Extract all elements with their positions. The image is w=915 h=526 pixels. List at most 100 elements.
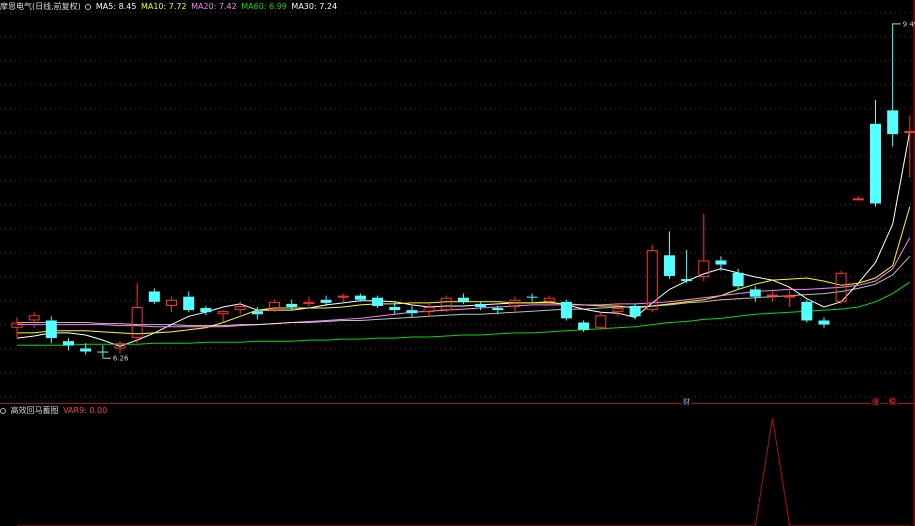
candle-body (63, 341, 75, 346)
candle-body (749, 289, 761, 297)
candlesticks (11, 23, 915, 358)
candle-down (560, 299, 572, 321)
signal-marker-label: 财 (683, 397, 690, 406)
price-grid (0, 0, 915, 526)
candle-body (183, 296, 195, 311)
var9-line (17, 417, 910, 526)
candle-body (372, 297, 384, 306)
candle-down (63, 338, 75, 351)
candle-body (80, 348, 92, 352)
candle-body (784, 295, 796, 298)
settings-circle-icon[interactable] (85, 4, 92, 10)
candle-up (595, 312, 607, 330)
moving-average-lines (16, 130, 911, 347)
candle-body (457, 297, 469, 302)
candle-down (681, 250, 693, 284)
candle-body (904, 131, 915, 134)
candle-down (372, 295, 384, 309)
candle-up (337, 293, 349, 302)
candle-up (114, 341, 126, 354)
signal-marker: 稳 (887, 396, 898, 406)
high-price-annotation: 9.49 (892, 20, 915, 28)
candle-body (560, 301, 572, 319)
candle-body (629, 305, 641, 317)
candle-body (406, 310, 418, 314)
candle-body (801, 301, 813, 321)
stock-chart-canvas: 9.49 6.26 财 涨 稳 (0, 0, 915, 526)
candle-up (904, 115, 915, 178)
indicator-panel (17, 417, 910, 526)
candle-body (595, 315, 607, 328)
ma30-label: MA30: 7.24 (291, 2, 338, 11)
candle-body (217, 311, 229, 315)
signal-markers: 财涨稳 (681, 396, 898, 406)
candle-down (286, 299, 298, 311)
candle-up (509, 296, 521, 313)
candle-body (97, 351, 109, 353)
candle-down (663, 231, 675, 280)
candle-up (234, 301, 246, 315)
candle-body (492, 308, 504, 311)
candle-down (818, 317, 830, 328)
candle-body (251, 311, 263, 315)
candle-up (28, 312, 40, 328)
candle-down (183, 291, 195, 313)
candle-up (852, 196, 864, 201)
ma20-label: MA20: 7.42 (191, 2, 237, 11)
candle-body (200, 308, 212, 313)
signal-marker-label: 稳 (889, 397, 896, 406)
ma30-line (17, 255, 911, 327)
candle-up (646, 244, 658, 313)
candle-body (166, 299, 178, 306)
indicator-settings-icon[interactable] (0, 408, 6, 414)
candle-body (303, 301, 315, 304)
ma10-label: MA10: 7.72 (140, 2, 187, 11)
candle-body (354, 295, 366, 300)
candle-down (887, 23, 899, 147)
candle-body (440, 297, 452, 311)
candle-down (406, 305, 418, 318)
candle-body (543, 297, 555, 302)
candle-down (200, 305, 212, 316)
candle-body (681, 279, 693, 282)
annotation-label: 9.49 (903, 20, 915, 28)
candle-up (166, 296, 178, 313)
candle-body (578, 322, 590, 330)
var9-label: VAR9: 0.00 (63, 406, 108, 415)
candle-body (45, 320, 57, 339)
candle-down (475, 301, 487, 311)
ma60-label: MA60: 6.99 (241, 2, 287, 11)
annotation-label: 6.26 (113, 355, 129, 363)
indicator-header: 高效回马蓄图 VAR9: 0.00 (0, 405, 109, 417)
candle-down (457, 293, 469, 304)
signal-marker: 财 (681, 396, 692, 406)
candle-up (698, 213, 710, 282)
candle-body (28, 315, 40, 321)
candle-down (715, 256, 727, 271)
indicator-title: 高效回马蓄图 (10, 406, 59, 415)
candle-body (286, 303, 298, 308)
candle-body (234, 305, 246, 311)
candle-body (612, 308, 624, 313)
candle-body (148, 291, 160, 302)
candle-body (766, 294, 778, 297)
candle-body (389, 307, 401, 311)
candle-up (440, 295, 452, 313)
stock-title: 摩恩电气(日线,前复权) (0, 2, 81, 11)
candle-body (663, 255, 675, 276)
candle-up (11, 317, 23, 339)
candle-down (870, 99, 881, 207)
low-price-annotation: 6.26 (102, 355, 129, 363)
candle-down (801, 299, 813, 323)
signal-marker-label: 涨 (872, 397, 879, 406)
candle-body (320, 299, 332, 303)
main-chart-header: 摩恩电气(日线,前复权) MA5: 8.45 MA10: 7.72 MA20: … (0, 1, 339, 13)
candle-down (97, 345, 109, 358)
candle-body (337, 295, 349, 298)
candle-body (852, 198, 864, 201)
candle-body (870, 123, 881, 204)
candle-body (526, 296, 538, 298)
candle-body (887, 110, 899, 135)
candle-body (131, 307, 143, 339)
candle-body (11, 322, 23, 328)
